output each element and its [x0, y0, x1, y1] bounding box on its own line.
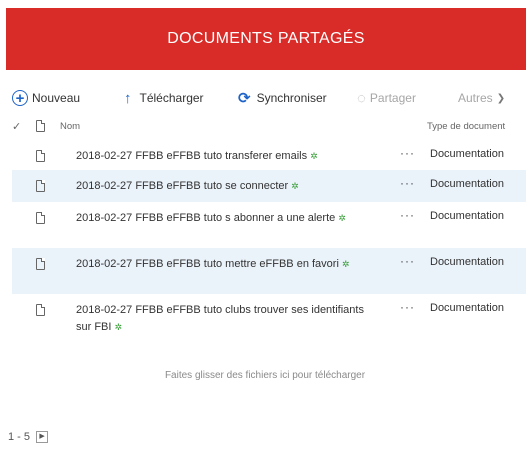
column-header-name[interactable]: Nom [60, 121, 80, 132]
more-options-icon[interactable]: ··· [400, 208, 415, 222]
list-item[interactable]: 2018-02-27 FFBB eFFBB tuto mettre eFFBB … [12, 248, 526, 294]
pagination: 1 - 5 ▶ [8, 431, 49, 443]
document-list: 2018-02-27 FFBB eFFBB tuto transferer em… [12, 140, 526, 340]
select-all-check-icon[interactable]: ✓ [12, 120, 21, 133]
new-button[interactable]: + Nouveau [12, 90, 80, 106]
command-bar: + Nouveau ↑ Télécharger ⟳ Synchroniser ◌… [12, 86, 522, 110]
document-type: Documentation [430, 148, 504, 160]
new-item-icon: ✲ [291, 181, 299, 191]
new-button-label: Nouveau [32, 91, 81, 105]
upload-button-label: Télécharger [139, 91, 204, 105]
share-button[interactable]: ◌ Partager [357, 90, 416, 107]
document-icon [36, 150, 45, 162]
drop-zone-hint[interactable]: Faites glisser des fichiers ici pour tél… [0, 370, 530, 381]
new-item-icon: ✲ [310, 151, 318, 161]
more-options-icon[interactable]: ··· [400, 254, 415, 268]
document-name[interactable]: 2018-02-27 FFBB eFFBB tuto mettre eFFBB … [76, 258, 339, 270]
upload-button[interactable]: ↑ Télécharger [124, 90, 204, 107]
document-type: Documentation [430, 210, 504, 222]
list-item[interactable]: 2018-02-27 FFBB eFFBB tuto s abonner a u… [12, 202, 526, 248]
document-type: Documentation [430, 178, 504, 190]
chevron-down-icon: ❯ [496, 92, 506, 104]
share-button-label: Partager [369, 91, 416, 105]
more-menu-label: Autres [458, 91, 493, 105]
pagination-range: 1 - 5 [8, 431, 31, 443]
more-options-icon[interactable]: ··· [400, 176, 415, 190]
document-icon [36, 212, 45, 224]
new-item-icon: ✲ [338, 213, 346, 223]
add-circle-icon: + [12, 90, 28, 106]
sync-button[interactable]: ⟳ Synchroniser [238, 89, 327, 107]
document-name[interactable]: 2018-02-27 FFBB eFFBB tuto transferer em… [76, 150, 307, 162]
page-header: DOCUMENTS PARTAGÉS [6, 8, 526, 70]
list-item[interactable]: 2018-02-27 FFBB eFFBB tuto clubs trouver… [12, 294, 526, 340]
document-type: Documentation [430, 302, 504, 314]
document-icon [36, 304, 45, 316]
share-icon: ◌ [357, 89, 366, 107]
list-item[interactable]: 2018-02-27 FFBB eFFBB tuto se connecter ✲… [12, 170, 526, 202]
new-item-icon: ✲ [341, 259, 350, 269]
document-icon [36, 258, 45, 270]
new-item-icon: ✲ [114, 322, 122, 332]
sync-icon: ⟳ [238, 90, 251, 107]
document-type: Documentation [430, 256, 504, 268]
document-icon [36, 180, 45, 192]
sync-button-label: Synchroniser [256, 91, 327, 105]
more-menu-button[interactable]: Autres ❯ [454, 91, 505, 105]
upload-icon: ↑ [124, 89, 132, 107]
document-name[interactable]: 2018-02-27 FFBB eFFBB tuto se connecter [76, 180, 288, 192]
column-header-row: ✓ Nom Type de document [12, 118, 522, 138]
list-item[interactable]: 2018-02-27 FFBB eFFBB tuto transferer em… [12, 140, 526, 170]
more-options-icon[interactable]: ··· [400, 300, 415, 314]
next-page-icon[interactable]: ▶ [36, 431, 49, 443]
page-title: DOCUMENTS PARTAGÉS [167, 30, 365, 47]
more-options-icon[interactable]: ··· [400, 146, 415, 160]
document-name[interactable]: 2018-02-27 FFBB eFFBB tuto s abonner a u… [76, 212, 335, 224]
column-header-type[interactable]: Type de document [427, 121, 505, 132]
file-type-icon [36, 120, 45, 132]
